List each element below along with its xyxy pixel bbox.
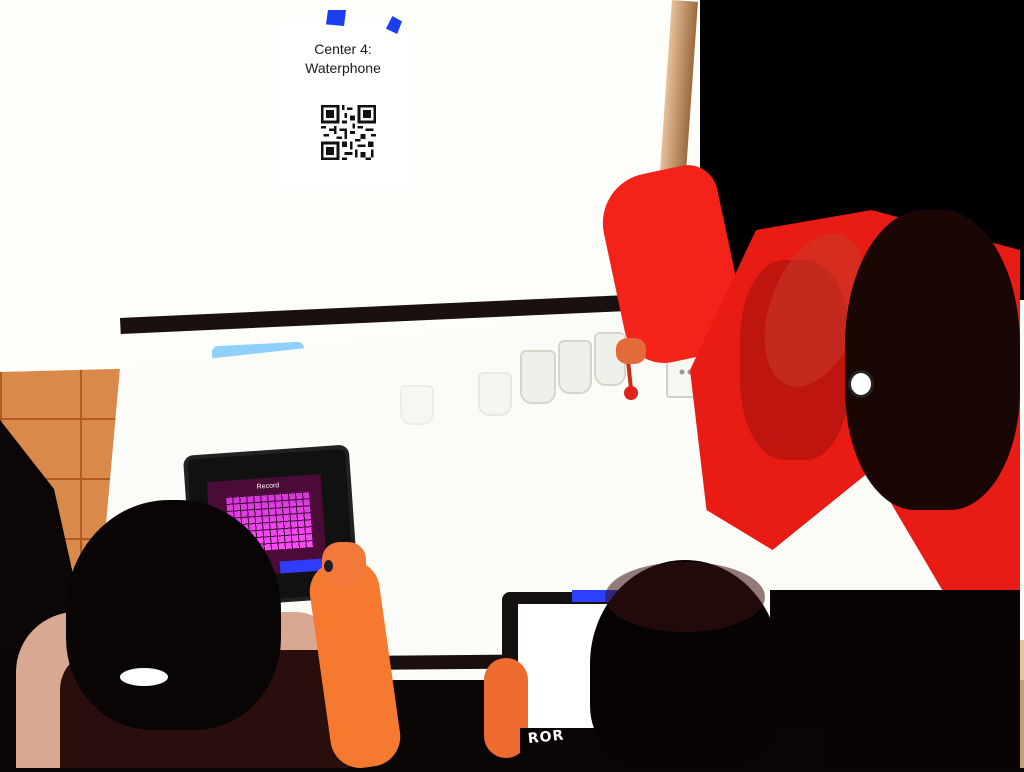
hand bbox=[616, 338, 646, 364]
sign-title-line-2: Waterphone bbox=[305, 60, 381, 76]
sign-title-line-1: Center 4: bbox=[314, 41, 372, 57]
water-glass bbox=[478, 372, 512, 416]
scrunchie bbox=[120, 668, 168, 686]
water-glass bbox=[520, 350, 556, 404]
sign-title: Center 4: Waterphone bbox=[278, 40, 408, 78]
student-hair bbox=[845, 210, 1020, 510]
tape-tab bbox=[326, 10, 346, 26]
button-pin bbox=[848, 370, 874, 398]
student-right-hair bbox=[605, 562, 765, 632]
qr-code-icon bbox=[321, 105, 376, 160]
water-glass bbox=[558, 340, 592, 394]
painted-nail bbox=[324, 560, 333, 572]
mallet-head bbox=[624, 386, 638, 400]
student-left-head bbox=[66, 500, 281, 730]
water-glass bbox=[400, 385, 434, 425]
